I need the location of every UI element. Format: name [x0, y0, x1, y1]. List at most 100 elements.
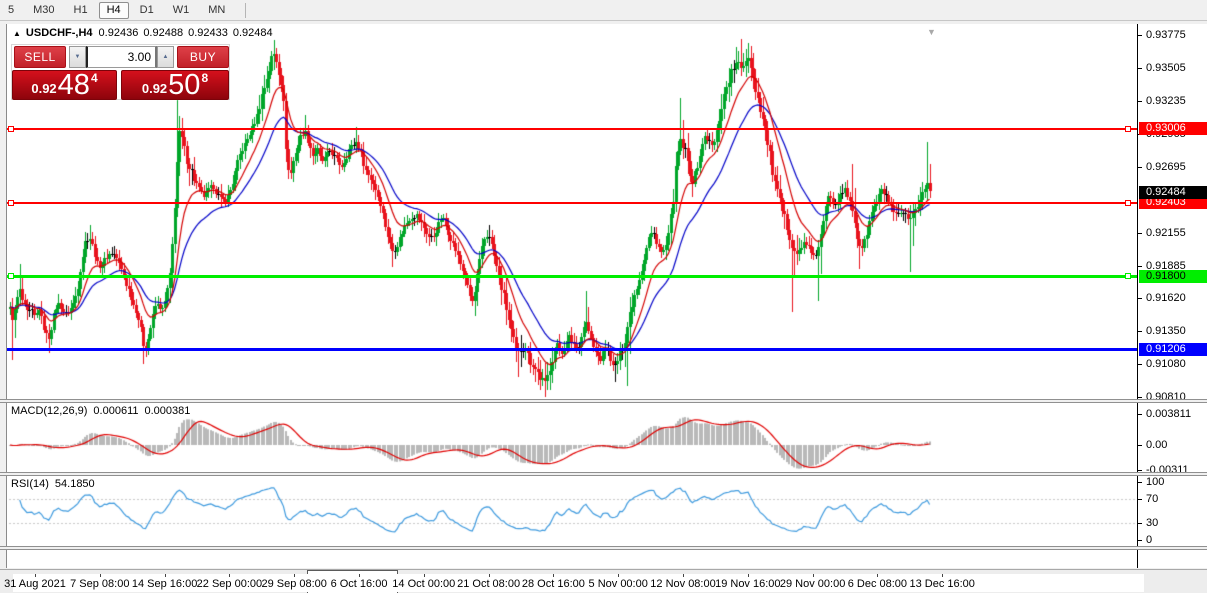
support-line-blue-price-label: 0.91206 [1139, 343, 1207, 356]
support-line-green-handle-left[interactable] [8, 273, 14, 279]
time-tick [942, 574, 943, 577]
chart-area[interactable]: ▲USDCHF-,H40.924360.924880.924330.92484 … [6, 24, 1137, 568]
ohlc-close: 0.92484 [233, 27, 273, 39]
timeframe-button-mn[interactable]: MN [200, 2, 233, 19]
time-tick [165, 574, 166, 577]
pane-separator-time [0, 546, 1207, 550]
rsi-scale-tick [1138, 499, 1142, 500]
price-tick [1138, 298, 1142, 299]
price-tick-label: 0.93235 [1146, 95, 1186, 107]
time-tick [424, 574, 425, 577]
resistance-line-1-handle-right[interactable] [1125, 126, 1131, 132]
timeframe-button-5[interactable]: 5 [0, 2, 22, 19]
macd-scale-tick [1138, 470, 1142, 471]
rsi-scale-label: 100 [1146, 476, 1164, 488]
pane-separator-macd[interactable] [0, 399, 1207, 403]
buy-price-box[interactable]: 0.92508 [121, 70, 229, 100]
chart-symbol-label: USDCHF-,H4 [26, 27, 93, 39]
time-tick [553, 574, 554, 577]
volume-decrease-icon[interactable]: ▼ [69, 46, 86, 68]
price-tick [1138, 397, 1142, 398]
rsi-indicator-label: RSI(14)54.1850 [11, 478, 101, 490]
ohlc-low: 0.92433 [188, 27, 228, 39]
support-line-green[interactable] [7, 275, 1137, 278]
sell-price-box[interactable]: 0.92484 [12, 70, 117, 100]
time-tick-label: 6 Dec 08:00 [848, 578, 907, 590]
rsi-value: 54.1850 [55, 478, 95, 490]
time-tick [229, 574, 230, 577]
buy-button[interactable]: BUY [177, 46, 229, 68]
sell-button[interactable]: SELL [14, 46, 66, 68]
collapse-panel-icon[interactable]: ▲ [13, 29, 21, 38]
volume-input[interactable] [86, 46, 157, 68]
rsi-scale-label: 30 [1146, 517, 1158, 529]
price-tick [1138, 35, 1142, 36]
time-tick [748, 574, 749, 577]
time-tick [489, 574, 490, 577]
macd-name: MACD(12,26,9) [11, 405, 87, 417]
price-tick-label: 0.91080 [1146, 358, 1186, 370]
timeframe-button-m30[interactable]: M30 [25, 2, 62, 19]
resistance-line-1-price-label: 0.93006 [1139, 122, 1207, 135]
support-line-green-price-label: 0.91800 [1139, 270, 1207, 283]
time-axis: 31 Aug 20217 Sep 08:0014 Sep 16:0022 Sep… [13, 574, 1144, 592]
resistance-line-2-handle-right[interactable] [1125, 200, 1131, 206]
resistance-line-2-handle-left[interactable] [8, 200, 14, 206]
time-tick [100, 574, 101, 577]
rsi-scale-tick [1138, 482, 1142, 483]
time-tick [359, 574, 360, 577]
timeframe-button-h4[interactable]: H4 [99, 2, 129, 19]
price-tick-label: 0.93505 [1146, 62, 1186, 74]
pane-separator-rsi[interactable] [0, 472, 1207, 476]
buy-price-sup: 8 [201, 71, 208, 85]
rsi-scale-label: 70 [1146, 493, 1158, 505]
macd-scale-label: 0.00 [1146, 439, 1167, 451]
support-line-blue[interactable] [7, 348, 1137, 351]
time-tick [683, 574, 684, 577]
time-tick-label: 14 Sep 16:00 [132, 578, 197, 590]
price-tick-label: 0.91350 [1146, 325, 1186, 337]
price-tick [1138, 364, 1142, 365]
time-tick [877, 574, 878, 577]
time-tick-label: 6 Oct 16:00 [331, 578, 388, 590]
time-tick-label: 29 Sep 08:00 [261, 578, 326, 590]
volume-stepper: ▼ ▲ [69, 46, 174, 68]
timeframe-button-h1[interactable]: H1 [66, 2, 96, 19]
time-tick-label: 31 Aug 2021 [4, 578, 66, 590]
one-click-trade-panel: SELL ▼ ▲ BUY 0.92484 0.92508 [11, 44, 230, 100]
macd-scale-tick [1138, 445, 1142, 446]
rsi-scale-tick [1138, 523, 1142, 524]
macd-value-1: 0.000611 [93, 405, 138, 417]
mt4-window: 5M30H1H4D1W1MN ▲USDCHF-,H40.924360.92488… [0, 0, 1207, 593]
price-tick-label: 0.93775 [1146, 29, 1186, 41]
sell-price-sup: 4 [91, 71, 98, 85]
time-tick-label: 7 Sep 08:00 [70, 578, 129, 590]
resistance-line-1[interactable] [7, 128, 1137, 130]
price-tick [1138, 331, 1142, 332]
rsi-canvas[interactable] [7, 476, 1138, 546]
time-tick-label: 22 Sep 00:00 [197, 578, 262, 590]
time-tick [35, 574, 36, 577]
time-tick-label: 12 Nov 08:00 [650, 578, 715, 590]
price-tick [1138, 167, 1142, 168]
resistance-line-1-handle-left[interactable] [8, 126, 14, 132]
support-line-green-handle-right[interactable] [1125, 273, 1131, 279]
macd-scale-tick [1138, 414, 1142, 415]
current-price-label: 0.92484 [1139, 186, 1207, 199]
time-tick-label: 19 Nov 16:00 [715, 578, 780, 590]
chart-ohlc-header: ▲USDCHF-,H40.924360.924880.924330.92484 [13, 27, 278, 39]
buy-price-prefix: 0.92 [142, 81, 167, 96]
time-tick-label: 5 Nov 00:00 [589, 578, 648, 590]
timeframe-button-w1[interactable]: W1 [165, 2, 198, 19]
resistance-line-2[interactable] [7, 202, 1137, 204]
time-tick-label: 14 Oct 00:00 [392, 578, 455, 590]
volume-increase-icon[interactable]: ▲ [157, 46, 174, 68]
time-tick-label: 29 Nov 00:00 [780, 578, 845, 590]
macd-value-2: 0.000381 [145, 405, 191, 417]
toolbar-separator [245, 3, 246, 18]
price-axis: 0.937750.935050.932350.929650.926950.921… [1137, 24, 1207, 568]
time-tick [618, 574, 619, 577]
chart-shift-marker-icon[interactable]: ▼ [927, 27, 936, 37]
timeframe-button-d1[interactable]: D1 [132, 2, 162, 19]
timeframe-toolbar: 5M30H1H4D1W1MN [0, 0, 1207, 21]
